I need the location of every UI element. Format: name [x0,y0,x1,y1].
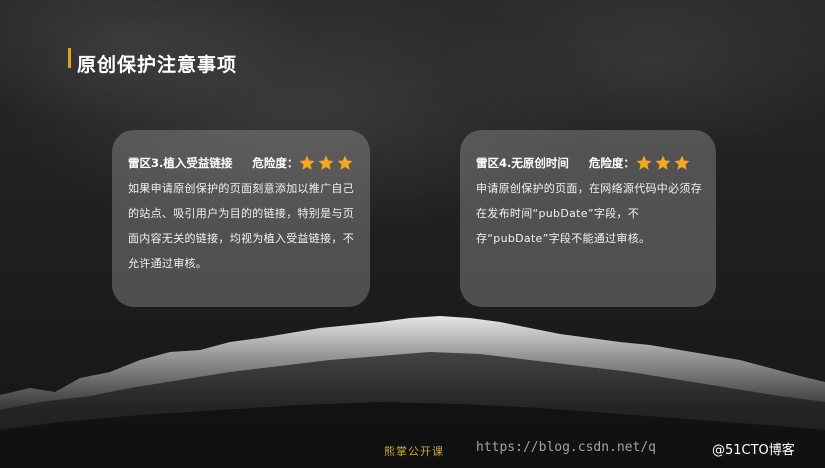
star-icon [655,155,671,170]
star-icon [318,155,334,170]
star-icon [299,155,315,170]
watermark-site: @51CTO博客 [708,439,799,458]
risk-stars [298,154,355,172]
star-icon [636,155,652,170]
card-heading: 雷区4.无原创时间 [476,156,569,170]
star-icon [674,155,690,170]
page-title: 原创保护注意事项 [77,54,238,76]
risk-label: 危险度： [588,156,635,170]
star-icon [337,155,353,170]
card-header: 雷区4.无原创时间 危险度： [476,154,702,172]
footer-brand: 熊掌公开课 [384,445,444,458]
card-risk-3: 雷区3.植入受益链接 危险度： 如果申请原创保护的页面刻意添加以推广自己的站点、… [112,130,370,307]
card-risk-4: 雷区4.无原创时间 危险度： 申请原创保护的页面，在网络源代码中必须存在发布时间… [460,130,716,307]
risk-stars [635,154,692,172]
watermark-url: https://blog.csdn.net/q [476,440,657,455]
risk-label: 危险度： [252,156,299,170]
slide-background: 原创保护注意事项 雷区3.植入受益链接 危险度： 如果申请原创保护的页面刻意添加… [0,0,825,468]
title-accent-bar [68,47,71,68]
title-group: 原创保护注意事项 [68,47,238,77]
card-body: 如果申请原创保护的页面刻意添加以推广自己的站点、吸引用户为目的的链接，特别是与页… [128,182,354,270]
card-heading: 雷区3.植入受益链接 [128,156,233,170]
card-body: 申请原创保护的页面，在网络源代码中必须存在发布时间“pubDate”字段，不存“… [476,182,702,245]
card-header: 雷区3.植入受益链接 危险度： [128,154,356,172]
